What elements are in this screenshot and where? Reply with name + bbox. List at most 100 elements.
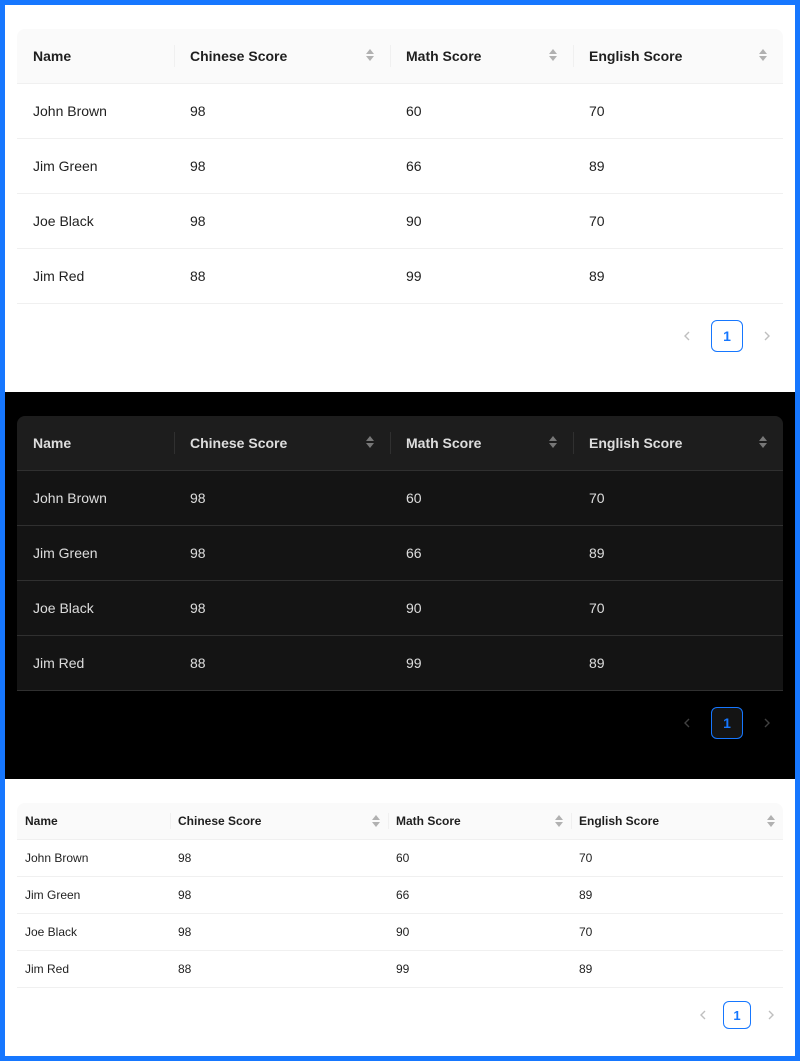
small-table-section: Name Chinese Score Math Score English Sc… [5,779,795,1056]
cell-name: John Brown [17,471,174,526]
sort-icon[interactable] [767,815,775,827]
column-header-label: Name [33,435,72,451]
pagination: 1 [671,320,783,352]
cell-english-score: 70 [571,840,783,877]
cell-chinese-score: 98 [174,526,390,581]
column-header-name: Name [17,803,170,840]
light-table-section: Name Chinese Score Math Score English Sc… [5,5,795,392]
column-header-math-score[interactable]: Math Score [390,29,573,84]
table-row: Jim Red 88 99 89 [17,951,783,988]
sort-ascending-icon[interactable] [759,49,767,54]
column-header-chinese-score[interactable]: Chinese Score [170,803,388,840]
sort-icon[interactable] [549,49,557,61]
table-row: Jim Green 98 66 89 [17,526,783,581]
sort-ascending-icon[interactable] [767,815,775,820]
column-header-english-score[interactable]: English Score [573,29,783,84]
column-divider [390,432,391,454]
pagination: 1 [691,1001,783,1029]
column-divider [573,432,574,454]
cell-math-score: 60 [390,471,573,526]
sort-icon[interactable] [366,436,374,448]
sort-descending-icon[interactable] [366,56,374,61]
column-divider [174,432,175,454]
column-header-chinese-score[interactable]: Chinese Score [174,416,390,471]
table-header-row: Name Chinese Score Math Score English Sc… [17,416,783,471]
column-divider [170,813,171,829]
sort-ascending-icon[interactable] [549,436,557,441]
prev-page-button[interactable] [691,1003,715,1027]
page-number-button[interactable]: 1 [723,1001,751,1029]
cell-english-score: 89 [573,636,783,691]
sort-ascending-icon[interactable] [366,436,374,441]
column-header-math-score[interactable]: Math Score [388,803,571,840]
cell-name: Joe Black [17,914,170,951]
sort-descending-icon[interactable] [372,822,380,827]
cell-english-score: 70 [573,581,783,636]
cell-english-score: 70 [573,471,783,526]
column-header-name: Name [17,416,174,471]
cell-name: Jim Green [17,877,170,914]
sort-icon[interactable] [759,436,767,448]
next-page-button[interactable] [759,1003,783,1027]
column-header-english-score[interactable]: English Score [573,416,783,471]
sort-descending-icon[interactable] [549,56,557,61]
dark-table-section: Name Chinese Score Math Score English Sc… [5,392,795,779]
column-header-label: English Score [589,435,683,451]
sort-icon[interactable] [366,49,374,61]
cell-english-score: 89 [573,139,783,194]
sort-ascending-icon[interactable] [372,815,380,820]
cell-name: John Brown [17,84,174,139]
light-table: Name Chinese Score Math Score English Sc… [17,29,783,304]
cell-math-score: 99 [388,951,571,988]
column-header-english-score[interactable]: English Score [571,803,783,840]
sort-ascending-icon[interactable] [366,49,374,54]
sort-descending-icon[interactable] [555,822,563,827]
cell-chinese-score: 98 [174,581,390,636]
cell-name: Jim Red [17,951,170,988]
sort-icon[interactable] [549,436,557,448]
table-row: John Brown 98 60 70 [17,840,783,877]
sort-descending-icon[interactable] [549,443,557,448]
page-number-button[interactable]: 1 [711,320,743,352]
cell-math-score: 60 [390,84,573,139]
table-header-row: Name Chinese Score Math Score English Sc… [17,29,783,84]
cell-math-score: 66 [388,877,571,914]
next-page-button[interactable] [751,707,783,739]
cell-name: Joe Black [17,581,174,636]
cell-math-score: 90 [390,581,573,636]
sort-descending-icon[interactable] [366,443,374,448]
sort-descending-icon[interactable] [759,56,767,61]
sort-descending-icon[interactable] [759,443,767,448]
page-number-button[interactable]: 1 [711,707,743,739]
cell-math-score: 66 [390,526,573,581]
sort-icon[interactable] [759,49,767,61]
table-row: Joe Black 98 90 70 [17,914,783,951]
sort-ascending-icon[interactable] [549,49,557,54]
column-divider [390,45,391,67]
dark-table: Name Chinese Score Math Score English Sc… [17,416,783,691]
small-table: Name Chinese Score Math Score English Sc… [17,803,783,988]
cell-english-score: 70 [573,84,783,139]
sort-descending-icon[interactable] [767,822,775,827]
chevron-right-icon [768,1010,774,1020]
column-header-label: Chinese Score [190,435,288,451]
next-page-button[interactable] [751,320,783,352]
sort-ascending-icon[interactable] [759,436,767,441]
cell-english-score: 89 [573,249,783,304]
cell-chinese-score: 88 [174,636,390,691]
column-header-label: Name [33,48,72,64]
column-header-chinese-score[interactable]: Chinese Score [174,29,390,84]
column-header-math-score[interactable]: Math Score [390,416,573,471]
column-header-label: English Score [579,814,660,828]
sort-icon[interactable] [555,815,563,827]
prev-page-button[interactable] [671,707,703,739]
prev-page-button[interactable] [671,320,703,352]
table-row: Jim Green 98 66 89 [17,139,783,194]
cell-chinese-score: 98 [174,84,390,139]
cell-chinese-score: 88 [170,951,388,988]
column-header-label: Math Score [406,435,482,451]
sort-icon[interactable] [372,815,380,827]
sort-ascending-icon[interactable] [555,815,563,820]
column-header-label: Math Score [396,814,461,828]
table-row: Joe Black 98 90 70 [17,581,783,636]
